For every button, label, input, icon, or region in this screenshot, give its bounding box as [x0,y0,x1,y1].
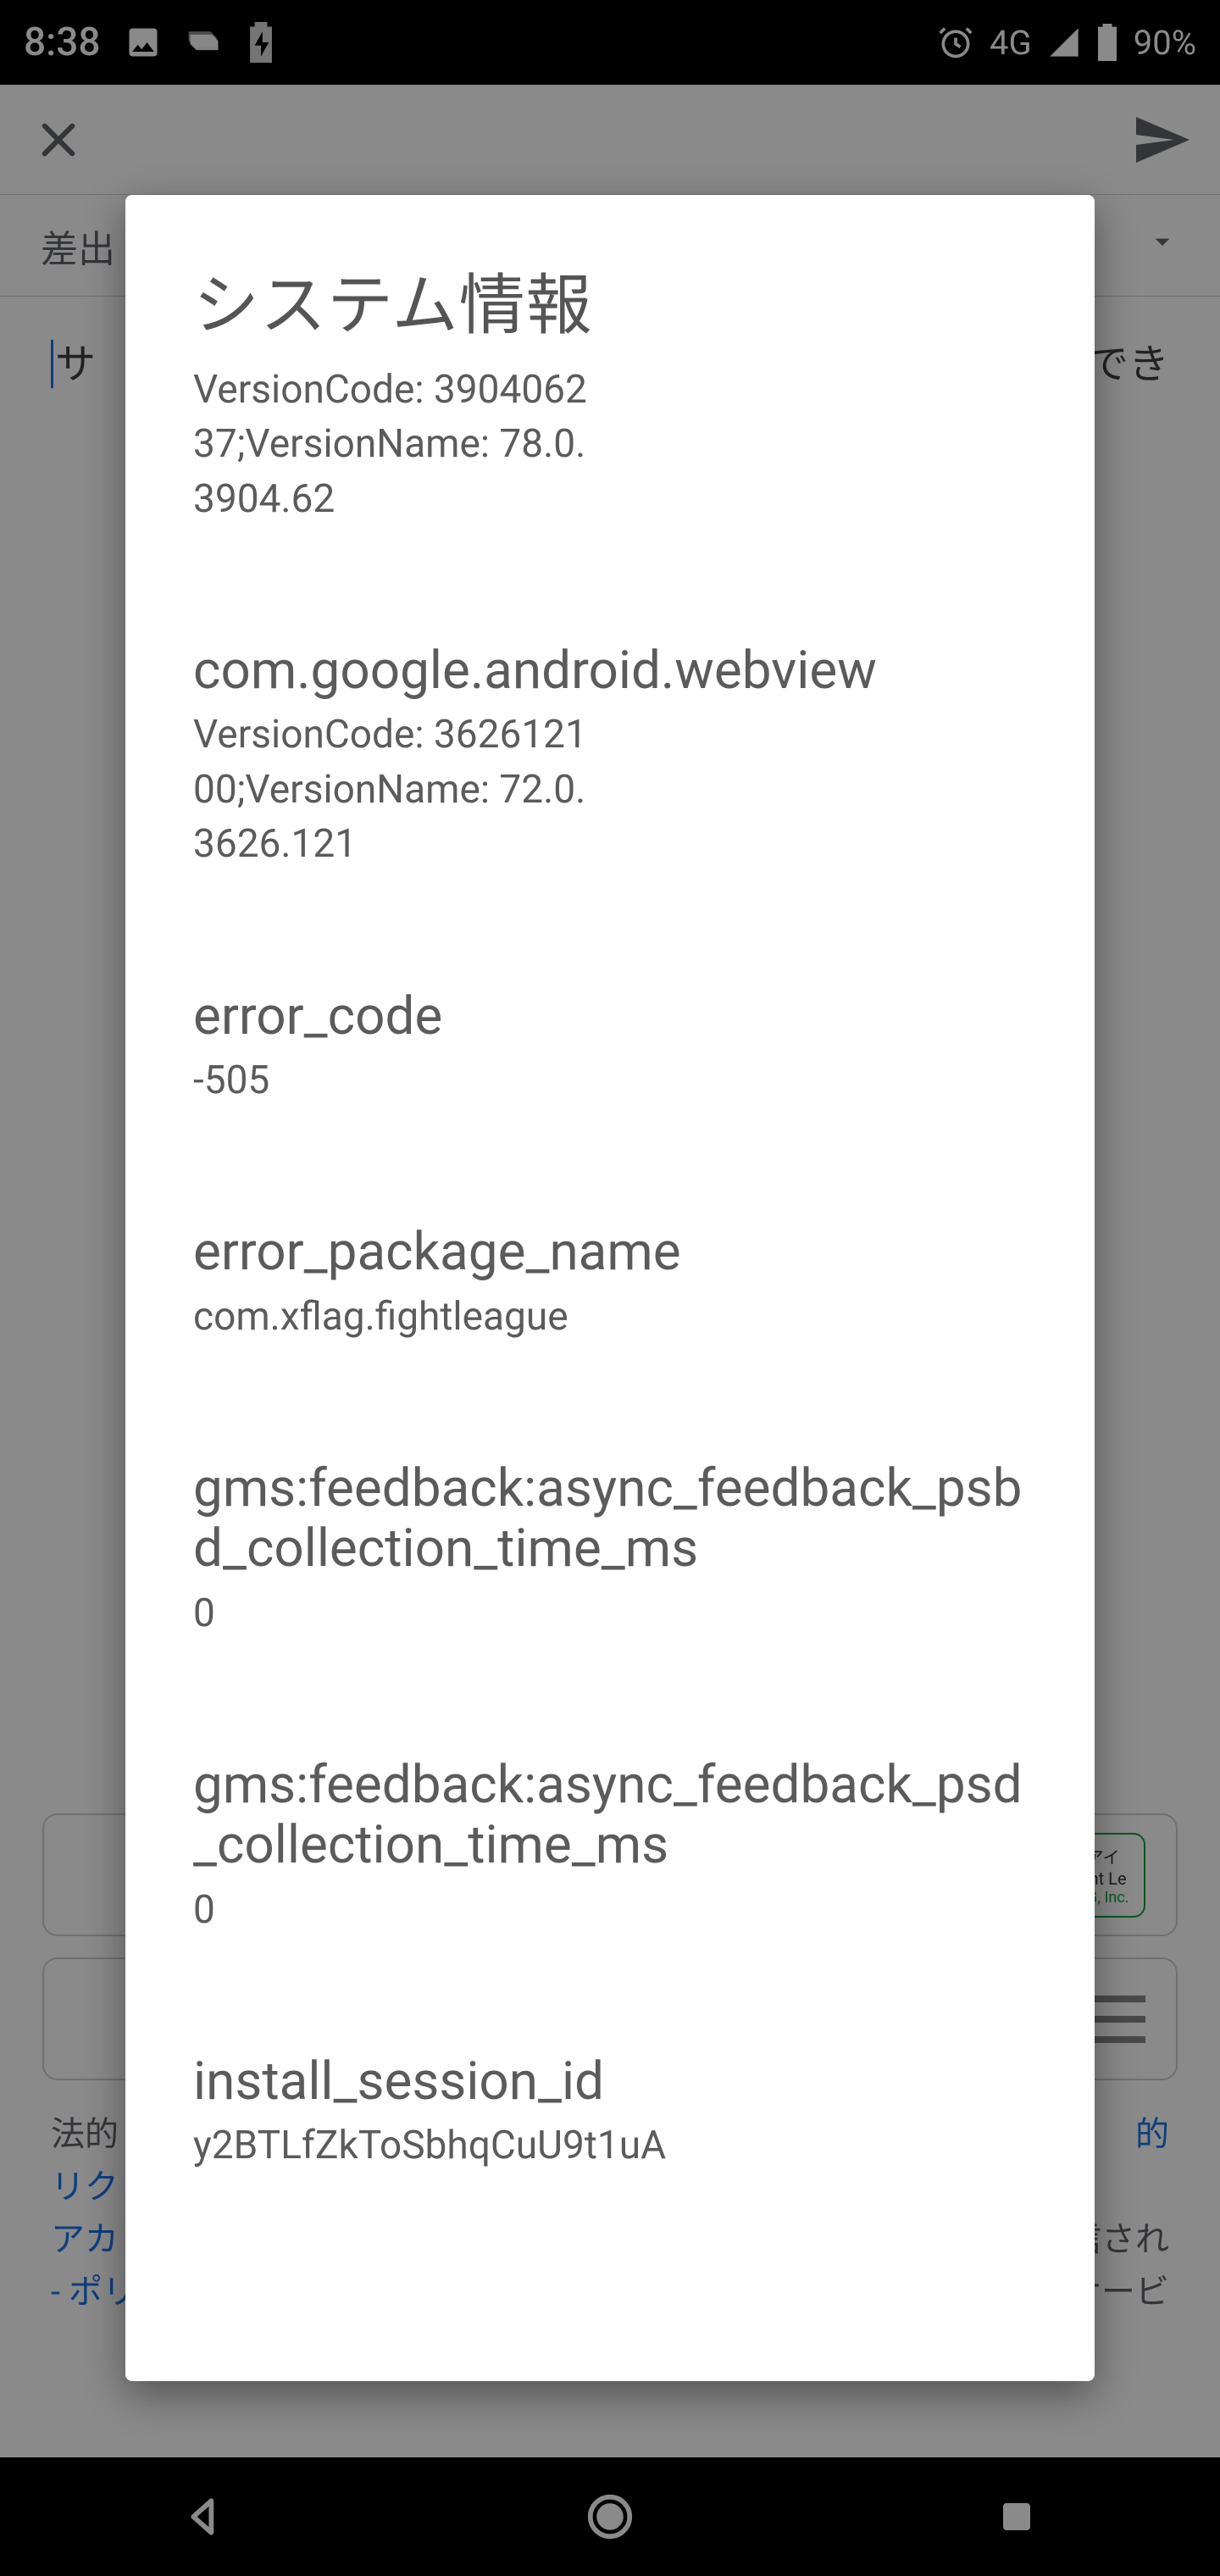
info-key: gms:feedback:async_feedback_psbd_collect… [193,1458,1027,1579]
info-key: install_session_id [193,2051,1027,2112]
info-value: -505 [193,1053,1027,1108]
info-key: gms:feedback:async_feedback_psd_collecti… [193,1755,1027,1876]
info-value: com.xflag.fightleague [193,1290,1027,1344]
info-key: error_code [193,986,1027,1046]
info-entry: VersionCode: 390406237;VersionName: 78.0… [193,363,1027,526]
info-entry: gms:feedback:async_feedback_psd_collecti… [193,1755,1027,1937]
info-entry: error_package_name com.xflag.fightleague [193,1222,1027,1344]
info-value: y2BTLfZkToSbhqCuU9t1uA [193,2118,1027,2173]
info-entry: error_code -505 [193,986,1027,1108]
info-entry: install_session_id y2BTLfZkToSbhqCuU9t1u… [193,2051,1027,2174]
info-key: error_package_name [193,1222,1027,1282]
info-value: 0 [193,1586,1027,1641]
info-key: com.google.android.webview [193,641,1027,701]
dialog-title: システム情報 [193,253,1027,347]
info-entry: gms:feedback:async_feedback_psbd_collect… [193,1458,1027,1641]
system-info-dialog: システム情報 VersionCode: 390406237;VersionNam… [125,195,1095,2381]
info-entry: com.google.android.webview VersionCode: … [193,641,1027,871]
info-value: VersionCode: 362612100;VersionName: 72.0… [193,708,591,871]
info-value: VersionCode: 390406237;VersionName: 78.0… [193,363,591,526]
info-value: 0 [193,1883,1027,1937]
